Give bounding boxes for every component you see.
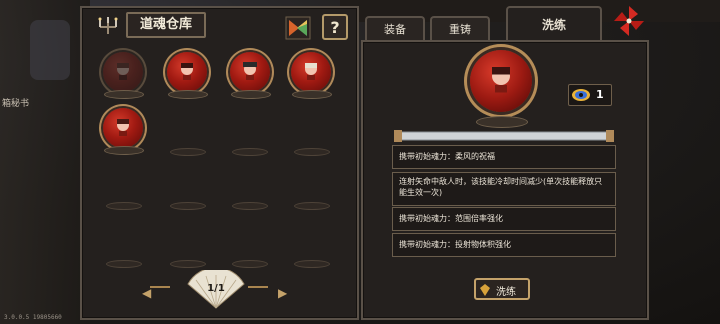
soul-portrait-icon (243, 62, 257, 80)
swap-arrows-icon[interactable] (285, 16, 311, 40)
soul-portrait-icon (117, 63, 129, 80)
empty-slot[interactable] (232, 148, 268, 156)
tab-equip[interactable]: 装备 (365, 16, 425, 42)
help-button[interactable]: ? (322, 14, 348, 40)
gem-icon (480, 284, 490, 296)
empty-slot[interactable] (294, 260, 330, 268)
soul-slot[interactable] (288, 50, 334, 99)
soul-slot[interactable] (164, 50, 210, 99)
soul-portrait-icon (305, 63, 317, 80)
perk-text: 携带初始魂力：柔风的祝福 (399, 152, 495, 161)
soul-pedestal (292, 90, 332, 99)
empty-slot[interactable] (294, 202, 330, 210)
empty-slot[interactable] (170, 260, 206, 268)
pinwheel-icon[interactable] (612, 4, 646, 38)
material-count: 1 (596, 88, 604, 101)
perk-line: 携带初始魂力：投射物体积强化 (392, 233, 616, 257)
soul-slot[interactable] (100, 106, 146, 155)
empty-slot[interactable] (106, 202, 142, 210)
soul-pedestal (104, 146, 144, 155)
selected-soul-orb (470, 50, 532, 112)
soul-portrait-icon (117, 119, 129, 136)
refine-material-counter: 1 (568, 84, 612, 106)
background-hint-text: 箱秘书 (2, 99, 30, 109)
empty-slot[interactable] (170, 148, 206, 156)
candelabra-icon (98, 17, 118, 34)
left-wing-ornament (150, 286, 170, 298)
empty-slot[interactable] (106, 260, 142, 268)
right-wing-ornament (248, 286, 268, 298)
page-prev-arrow[interactable]: ◀ (142, 286, 151, 300)
soul-orb (167, 52, 207, 92)
soul-orb (230, 52, 270, 92)
soul-pedestal (231, 90, 271, 99)
background-character (30, 20, 70, 80)
soul-orb (291, 52, 331, 92)
soul-portrait-icon (492, 67, 510, 93)
scroll-divider-icon (394, 130, 614, 142)
perk-line: 连射矢命中敌人时，该技能冷却时间减少(单次技能释放只能生效一次) (392, 172, 616, 206)
refine-button-label: 洗练 (496, 287, 516, 298)
soul-portrait-icon (181, 63, 193, 80)
empty-slot[interactable] (294, 148, 330, 156)
soul-orb (103, 52, 143, 92)
perk-text: 连射矢命中敌人时，该技能冷却时间减少(单次技能释放只能生效一次) (399, 177, 603, 197)
soul-slot[interactable] (100, 50, 146, 99)
soul-orb (103, 108, 143, 148)
perk-line: 携带初始魂力：范围倍率强化 (392, 207, 616, 231)
selected-soul-pedestal (476, 116, 528, 128)
version-label: 3.0.0.5 19805660 (4, 314, 62, 321)
tab-refine[interactable]: 洗练 (506, 6, 602, 42)
soul-slot[interactable] (227, 50, 273, 99)
page-indicator: 1/1 (207, 283, 225, 294)
perk-text: 携带初始魂力：投射物体积强化 (399, 240, 511, 249)
refine-button[interactable]: 洗练 (474, 278, 530, 300)
empty-slot[interactable] (232, 202, 268, 210)
eye-gem-icon (572, 89, 590, 101)
empty-slot[interactable] (232, 260, 268, 268)
empty-slot[interactable] (170, 202, 206, 210)
page-next-arrow[interactable]: ▶ (278, 286, 287, 300)
warehouse-title: 道魂仓库 (139, 17, 192, 32)
soul-pedestal (168, 90, 208, 99)
perk-text: 携带初始魂力：范围倍率强化 (399, 214, 503, 223)
perk-line: 携带初始魂力：柔风的祝福 (392, 145, 616, 169)
soul-pedestal (104, 90, 144, 99)
tab-recast[interactable]: 重铸 (430, 16, 490, 42)
warehouse-title-plate: 道魂仓库 (126, 12, 206, 38)
